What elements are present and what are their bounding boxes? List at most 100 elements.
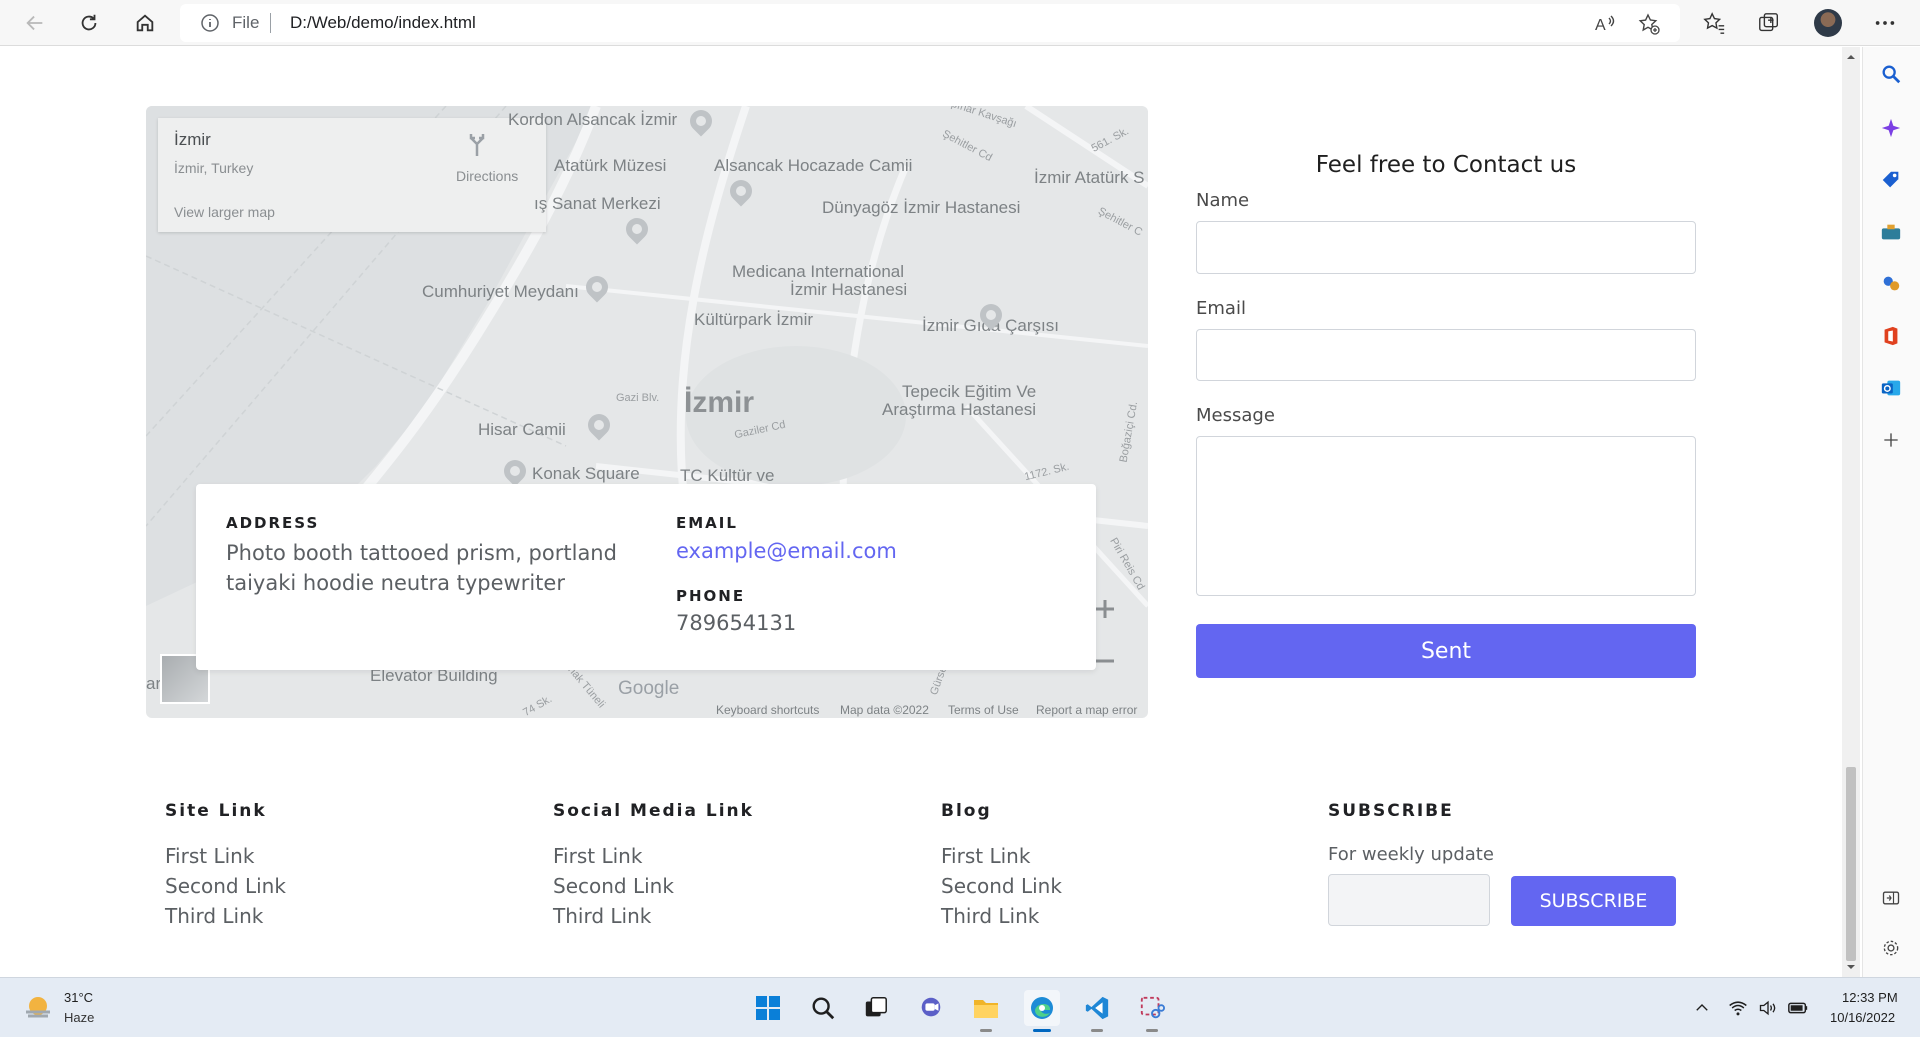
map-label: Dünyagöz İzmir Hastanesi	[822, 198, 1021, 217]
add-favorite-icon[interactable]	[1638, 13, 1660, 35]
subscribe-input[interactable]	[1328, 874, 1490, 926]
directions-icon[interactable]	[464, 132, 490, 158]
email-link[interactable]: example@email.com	[676, 539, 897, 563]
edge-icon[interactable]	[1024, 990, 1060, 1032]
search-icon[interactable]	[1879, 62, 1903, 86]
outlook-icon[interactable]	[1879, 376, 1903, 400]
address-text: Photo booth tattooed prism, portland tai…	[226, 541, 617, 595]
svg-text:A: A	[1595, 17, 1606, 34]
footer-heading: Site Link	[165, 801, 267, 821]
footer-heading: Blog	[941, 801, 992, 821]
start-icon[interactable]	[750, 990, 786, 1026]
running-indicator	[1146, 1029, 1158, 1032]
map-street: Gazi Blv.	[616, 392, 660, 404]
email-label: EMAIL	[676, 514, 738, 532]
scroll-down-icon[interactable]	[1844, 960, 1858, 974]
task-view-icon[interactable]	[858, 990, 894, 1026]
more-icon[interactable]	[1872, 10, 1898, 36]
volume-icon[interactable]	[1756, 996, 1780, 1020]
map-label: Cumhuriyet Meydanı	[422, 282, 579, 301]
map-label: Konak Square	[532, 464, 640, 483]
home-icon[interactable]	[128, 6, 162, 40]
snipping-tool-icon[interactable]	[1134, 990, 1170, 1032]
subscribe-button[interactable]: SUBSCRIBE	[1511, 876, 1676, 926]
footer-link[interactable]: Second Link	[165, 871, 286, 901]
file-explorer-icon[interactable]	[968, 990, 1004, 1032]
map-place-card: İzmir İzmir, Turkey View larger map Dire…	[158, 118, 546, 232]
footer-column-subscribe: SUBSCRIBE	[1328, 801, 1454, 841]
report-error-link[interactable]: Report a map error	[1036, 703, 1137, 717]
info-icon[interactable]	[200, 13, 220, 33]
map-label: ar	[146, 674, 162, 693]
back-icon[interactable]	[18, 6, 52, 40]
map-label: ış Sanat Merkezi	[534, 194, 661, 213]
shopping-icon[interactable]	[1879, 168, 1903, 192]
address-label: ADDRESS	[226, 514, 320, 532]
collections-icon[interactable]	[1756, 10, 1782, 36]
name-input[interactable]	[1196, 221, 1696, 274]
name-label: Name	[1196, 190, 1250, 211]
wifi-icon[interactable]	[1726, 996, 1750, 1020]
map-label: Atatürk Müzesi	[554, 156, 667, 175]
map-label: Kordon Alsancak İzmir	[508, 110, 678, 129]
keyboard-shortcuts-link[interactable]: Keyboard shortcuts	[716, 703, 819, 717]
footer-link[interactable]: Third Link	[553, 901, 754, 931]
chat-icon[interactable]	[913, 990, 949, 1026]
clock-time[interactable]: 12:33 PM	[1842, 990, 1898, 1005]
scroll-up-icon[interactable]	[1844, 50, 1858, 64]
split-screen-icon[interactable]	[1879, 886, 1903, 910]
settings-icon[interactable]	[1879, 936, 1903, 960]
subscribe-text: For weekly update	[1328, 844, 1494, 865]
map-label: Medicana International	[732, 262, 905, 281]
footer-link[interactable]: Second Link	[553, 871, 754, 901]
office-icon[interactable]	[1879, 324, 1903, 348]
email-input[interactable]	[1196, 329, 1696, 381]
message-label: Message	[1196, 405, 1275, 426]
weather-description[interactable]: Haze	[64, 1010, 94, 1025]
chevron-up-icon[interactable]	[1690, 996, 1714, 1020]
send-button[interactable]: Sent	[1196, 624, 1696, 678]
email-field-label: Email	[1196, 298, 1246, 319]
view-larger-map-link[interactable]: View larger map	[174, 204, 275, 220]
contact-info-card: ADDRESS Photo booth tattooed prism, port…	[196, 484, 1096, 670]
games-icon[interactable]	[1879, 272, 1903, 296]
read-aloud-icon[interactable]: A	[1594, 13, 1616, 35]
phone-label: PHONE	[676, 587, 746, 605]
footer-link[interactable]: Second Link	[941, 871, 1062, 901]
contact-form: Feel free to Contact us Name Email Messa…	[1196, 106, 1696, 718]
address-bar[interactable]: File D:/Web/demo/index.html A	[180, 4, 1680, 42]
battery-icon[interactable]	[1786, 996, 1810, 1020]
terms-link[interactable]: Terms of Use	[948, 703, 1019, 717]
copilot-icon[interactable]	[1879, 116, 1903, 140]
map-city-label: İzmir	[684, 386, 755, 419]
footer-link[interactable]: Third Link	[941, 901, 1062, 931]
map-place-region: İzmir, Turkey	[174, 160, 254, 176]
vscode-icon[interactable]	[1079, 990, 1115, 1032]
map-label: Tepecik Eğitim Ve	[902, 382, 1037, 401]
map-label: TC Kültür ve	[680, 466, 775, 485]
footer-link[interactable]: Third Link	[165, 901, 286, 931]
footer-link[interactable]: First Link	[941, 841, 1062, 871]
map-label: Alsancak Hocazade Camii	[714, 156, 913, 175]
message-textarea[interactable]	[1196, 436, 1696, 596]
running-indicator	[1091, 1029, 1103, 1032]
address-separator	[270, 13, 271, 33]
footer-link[interactable]: First Link	[553, 841, 754, 871]
directions-link[interactable]: Directions	[456, 168, 518, 184]
tools-icon[interactable]	[1879, 220, 1903, 244]
scrollbar-thumb[interactable]	[1846, 767, 1856, 961]
refresh-icon[interactable]	[72, 6, 106, 40]
profile-avatar[interactable]	[1814, 9, 1842, 37]
clock-date[interactable]: 10/16/2022	[1830, 1010, 1895, 1025]
footer-link[interactable]: First Link	[165, 841, 286, 871]
favorites-icon[interactable]	[1701, 10, 1727, 36]
url-text[interactable]: D:/Web/demo/index.html	[290, 13, 476, 33]
search-icon[interactable]	[805, 990, 841, 1026]
subscribe-heading: SUBSCRIBE	[1328, 801, 1454, 821]
haze-weather-icon[interactable]	[22, 992, 54, 1024]
footer-column-social: Social Media Link First Link Second Link…	[553, 801, 754, 931]
map-data-text: Map data ©2022	[840, 703, 929, 717]
weather-temperature[interactable]: 31°C	[64, 990, 93, 1005]
map-place-name: İzmir	[174, 130, 211, 149]
add-icon[interactable]	[1879, 428, 1903, 452]
